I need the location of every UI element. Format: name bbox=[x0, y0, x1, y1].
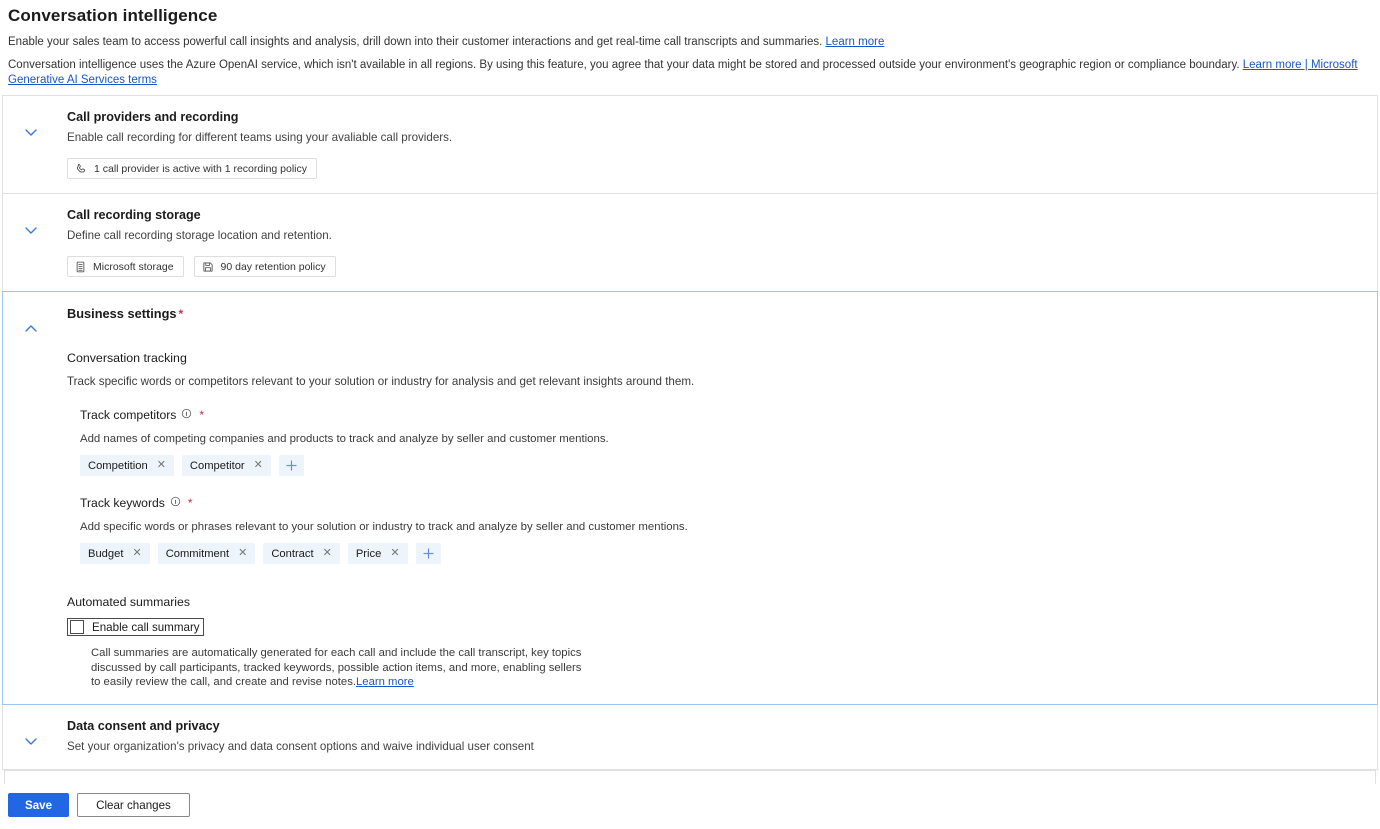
learn-more-link-1[interactable]: Learn more bbox=[826, 36, 885, 48]
section-call-recording-storage[interactable]: Call recording storage Define call recor… bbox=[2, 193, 1378, 292]
tag-item[interactable]: Competitor ✕ bbox=[181, 455, 271, 476]
remove-tag-icon[interactable]: ✕ bbox=[132, 548, 141, 559]
tag-label: Commitment bbox=[165, 547, 230, 560]
badge-label: 90 day retention policy bbox=[220, 260, 326, 273]
phone-icon bbox=[75, 163, 87, 175]
automated-summaries-description-text: Call summaries are automatically generat… bbox=[91, 647, 582, 689]
section-title: Call recording storage bbox=[67, 208, 201, 222]
section-partial-next[interactable] bbox=[4, 769, 1376, 784]
section-title: Call providers and recording bbox=[67, 110, 239, 124]
field-track-keywords: Track keywords * Add specific words or p… bbox=[67, 496, 1367, 564]
field-label: Track competitors * bbox=[80, 408, 1367, 422]
section-title: Business settings * bbox=[67, 306, 1367, 321]
info-icon[interactable] bbox=[170, 496, 181, 510]
call-provider-status-badge: 1 call provider is active with 1 recordi… bbox=[67, 158, 318, 179]
section-data-consent-and-privacy[interactable]: Data consent and privacy Set your organi… bbox=[2, 703, 1378, 770]
required-asterisk: * bbox=[178, 307, 184, 321]
card-body: Call providers and recording Enable call… bbox=[53, 110, 1367, 179]
remove-tag-icon[interactable]: ✕ bbox=[157, 460, 166, 471]
field-label-text: Track keywords bbox=[80, 496, 165, 510]
remove-tag-icon[interactable]: ✕ bbox=[238, 548, 247, 559]
tag-label: Price bbox=[355, 547, 382, 560]
badge-label: 1 call provider is active with 1 recordi… bbox=[94, 162, 308, 175]
clear-changes-button[interactable]: Clear changes bbox=[77, 793, 190, 817]
remove-tag-icon[interactable]: ✕ bbox=[254, 460, 263, 471]
field-description: Add names of competing companies and pro… bbox=[80, 433, 609, 445]
section-subtitle: Set your organization's privacy and data… bbox=[67, 739, 534, 753]
conversation-tracking-heading: Conversation tracking bbox=[67, 351, 187, 365]
intro-text-1: Enable your sales team to access powerfu… bbox=[8, 36, 823, 48]
conversation-intelligence-page: Conversation intelligence Enable your sa… bbox=[0, 0, 1380, 829]
intro-paragraph-1: Enable your sales team to access powerfu… bbox=[8, 35, 1372, 50]
field-track-competitors: Track competitors * Add names of competi… bbox=[67, 408, 1367, 476]
automated-summaries-heading: Automated summaries bbox=[67, 595, 191, 609]
page-footer: Save Clear changes bbox=[0, 784, 1380, 829]
chevron-down-icon[interactable] bbox=[9, 208, 53, 238]
section-subtitle: Enable call recording for different team… bbox=[67, 131, 453, 144]
field-label: Track keywords * bbox=[80, 496, 1367, 510]
checkbox-label: Enable call summary bbox=[92, 620, 200, 634]
required-asterisk: * bbox=[187, 496, 193, 510]
chevron-down-icon[interactable] bbox=[9, 719, 53, 749]
conversation-tracking-description: Track specific words or competitors rele… bbox=[67, 375, 695, 388]
badge-row: 1 call provider is active with 1 recordi… bbox=[67, 158, 1367, 179]
add-competitor-button[interactable] bbox=[278, 455, 304, 476]
remove-tag-icon[interactable]: ✕ bbox=[323, 548, 332, 559]
footer-button-row: Save Clear changes bbox=[8, 793, 1372, 817]
add-keyword-button[interactable] bbox=[415, 543, 441, 564]
retention-policy-badge: 90 day retention policy bbox=[193, 256, 336, 277]
keyword-tag-list: Budget ✕ Commitment ✕ Contract ✕ Price ✕ bbox=[80, 543, 1367, 564]
section-call-providers-and-recording[interactable]: Call providers and recording Enable call… bbox=[2, 95, 1378, 194]
field-description: Add specific words or phrases relevant t… bbox=[80, 521, 688, 533]
page-title: Conversation intelligence bbox=[8, 6, 218, 25]
tag-label: Budget bbox=[88, 547, 124, 560]
required-asterisk: * bbox=[199, 408, 205, 422]
enable-call-summary-checkbox[interactable]: Enable call summary bbox=[67, 618, 204, 636]
page-header: Conversation intelligence Enable your sa… bbox=[0, 0, 1380, 88]
info-icon[interactable] bbox=[181, 408, 192, 422]
checkbox-box-icon[interactable] bbox=[70, 620, 84, 634]
tag-item[interactable]: Competition ✕ bbox=[80, 455, 174, 476]
learn-more-link-summary[interactable]: Learn more bbox=[356, 676, 414, 688]
section-business-settings: Business settings * Conversation tracking… bbox=[2, 291, 1378, 705]
competitor-tag-list: Competition ✕ Competitor ✕ bbox=[80, 455, 1367, 476]
automated-summaries-group: Automated summaries Enable call summary … bbox=[67, 595, 1367, 690]
save-icon bbox=[202, 261, 214, 273]
automated-summaries-description: Call summaries are automatically generat… bbox=[91, 646, 591, 690]
tag-label: Competition bbox=[88, 459, 148, 472]
database-icon bbox=[75, 261, 86, 273]
tag-item[interactable]: Contract ✕ bbox=[263, 543, 340, 564]
chevron-up-icon[interactable] bbox=[9, 306, 53, 336]
badge-row: Microsoft storage 90 day retention polic… bbox=[67, 256, 1367, 277]
intro-text-2: Conversation intelligence uses the Azure… bbox=[8, 59, 1240, 71]
section-title-text: Business settings bbox=[67, 306, 177, 321]
card-body: Data consent and privacy Set your organi… bbox=[53, 719, 1367, 755]
tag-label: Contract bbox=[271, 547, 314, 560]
section-title: Data consent and privacy bbox=[67, 718, 220, 733]
intro-paragraph-2: Conversation intelligence uses the Azure… bbox=[8, 58, 1372, 88]
card-body: Business settings * Conversation tracking… bbox=[53, 306, 1367, 690]
card-body: Call recording storage Define call recor… bbox=[53, 208, 1367, 277]
tag-item[interactable]: Budget ✕ bbox=[80, 543, 150, 564]
badge-label: Microsoft storage bbox=[93, 260, 174, 273]
settings-accordion: Call providers and recording Enable call… bbox=[0, 95, 1380, 784]
tag-item[interactable]: Price ✕ bbox=[347, 543, 408, 564]
field-label-text: Track competitors bbox=[80, 408, 177, 422]
section-subtitle: Define call recording storage location a… bbox=[67, 229, 332, 242]
tag-item[interactable]: Commitment ✕ bbox=[157, 543, 256, 564]
remove-tag-icon[interactable]: ✕ bbox=[390, 548, 399, 559]
storage-location-badge: Microsoft storage bbox=[67, 256, 184, 277]
save-button[interactable]: Save bbox=[8, 793, 70, 817]
tag-label: Competitor bbox=[189, 459, 245, 472]
chevron-down-icon[interactable] bbox=[9, 110, 53, 140]
